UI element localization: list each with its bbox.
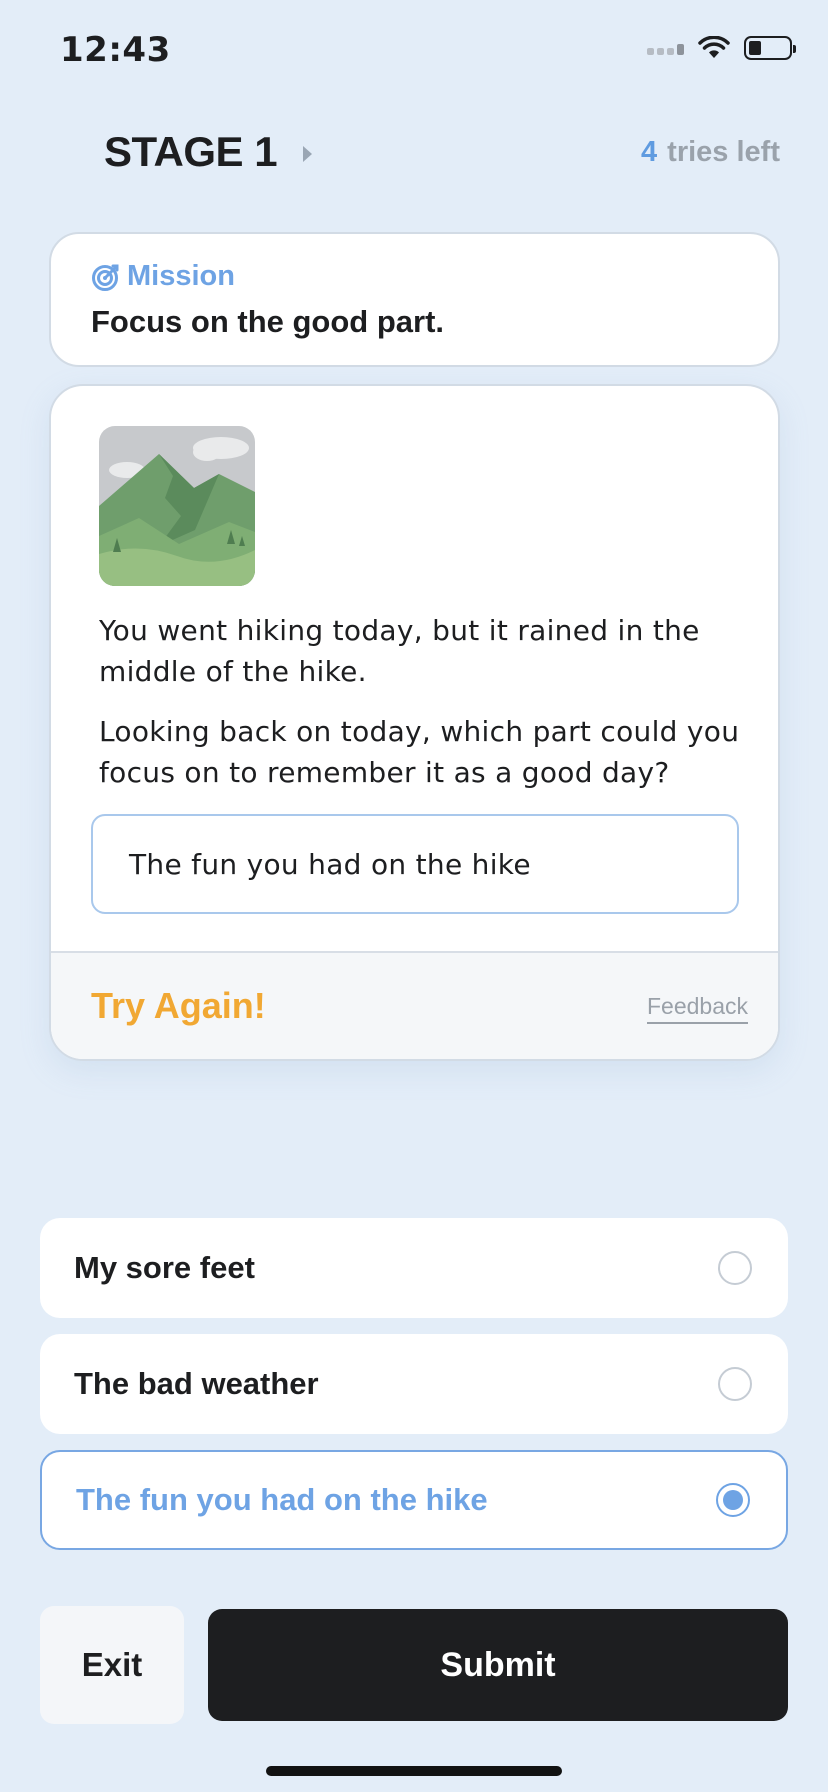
status-bar: 12:43 [0, 0, 828, 100]
option-label: The fun you had on the hike [76, 1482, 488, 1517]
radio-button-selected[interactable] [716, 1483, 750, 1517]
home-indicator[interactable] [266, 1766, 562, 1776]
option-fun-on-hike[interactable]: The fun you had on the hike [40, 1450, 788, 1550]
mission-text: Focus on the good part. [91, 304, 445, 339]
tries-label: tries left [667, 136, 780, 168]
tries-count: 4 [641, 136, 658, 168]
battery-icon [744, 36, 796, 60]
question-prompt: Looking back on today, which part could … [99, 715, 740, 789]
target-icon [92, 264, 119, 291]
option-sore-feet[interactable]: My sore feet [40, 1218, 788, 1318]
exit-button[interactable]: Exit [40, 1606, 184, 1724]
tries-left-indicator: 4 tries left [641, 136, 780, 169]
result-bar: Try Again! Feedback [51, 951, 778, 1059]
chevron-right-icon [303, 146, 313, 162]
feedback-link[interactable]: Feedback [646, 993, 748, 1024]
status-time: 12:43 [60, 30, 171, 70]
cellular-signal-icon [647, 41, 684, 55]
radio-button[interactable] [718, 1367, 752, 1401]
option-label: The bad weather [74, 1366, 319, 1401]
wifi-icon [698, 36, 730, 58]
mission-header: Mission [91, 260, 235, 293]
submit-button[interactable]: Submit [208, 1609, 788, 1721]
question-scenario: You went hiking today, but it rained in … [99, 614, 700, 688]
radio-button[interactable] [718, 1251, 752, 1285]
stage-label: STAGE 1 [104, 128, 278, 175]
answer-field[interactable]: The fun you had on the hike [91, 814, 739, 914]
option-bad-weather[interactable]: The bad weather [40, 1334, 788, 1434]
stage-title[interactable]: STAGE 1 [104, 128, 313, 176]
mission-card: Mission Focus on the good part. [49, 232, 780, 367]
question-card: You went hiking today, but it rained in … [49, 384, 780, 1061]
option-label: My sore feet [74, 1250, 255, 1285]
mission-label: Mission [127, 260, 235, 292]
mountain-landscape-illustration [99, 426, 255, 586]
try-again-message: Try Again! [91, 985, 266, 1026]
status-icons [647, 36, 796, 60]
